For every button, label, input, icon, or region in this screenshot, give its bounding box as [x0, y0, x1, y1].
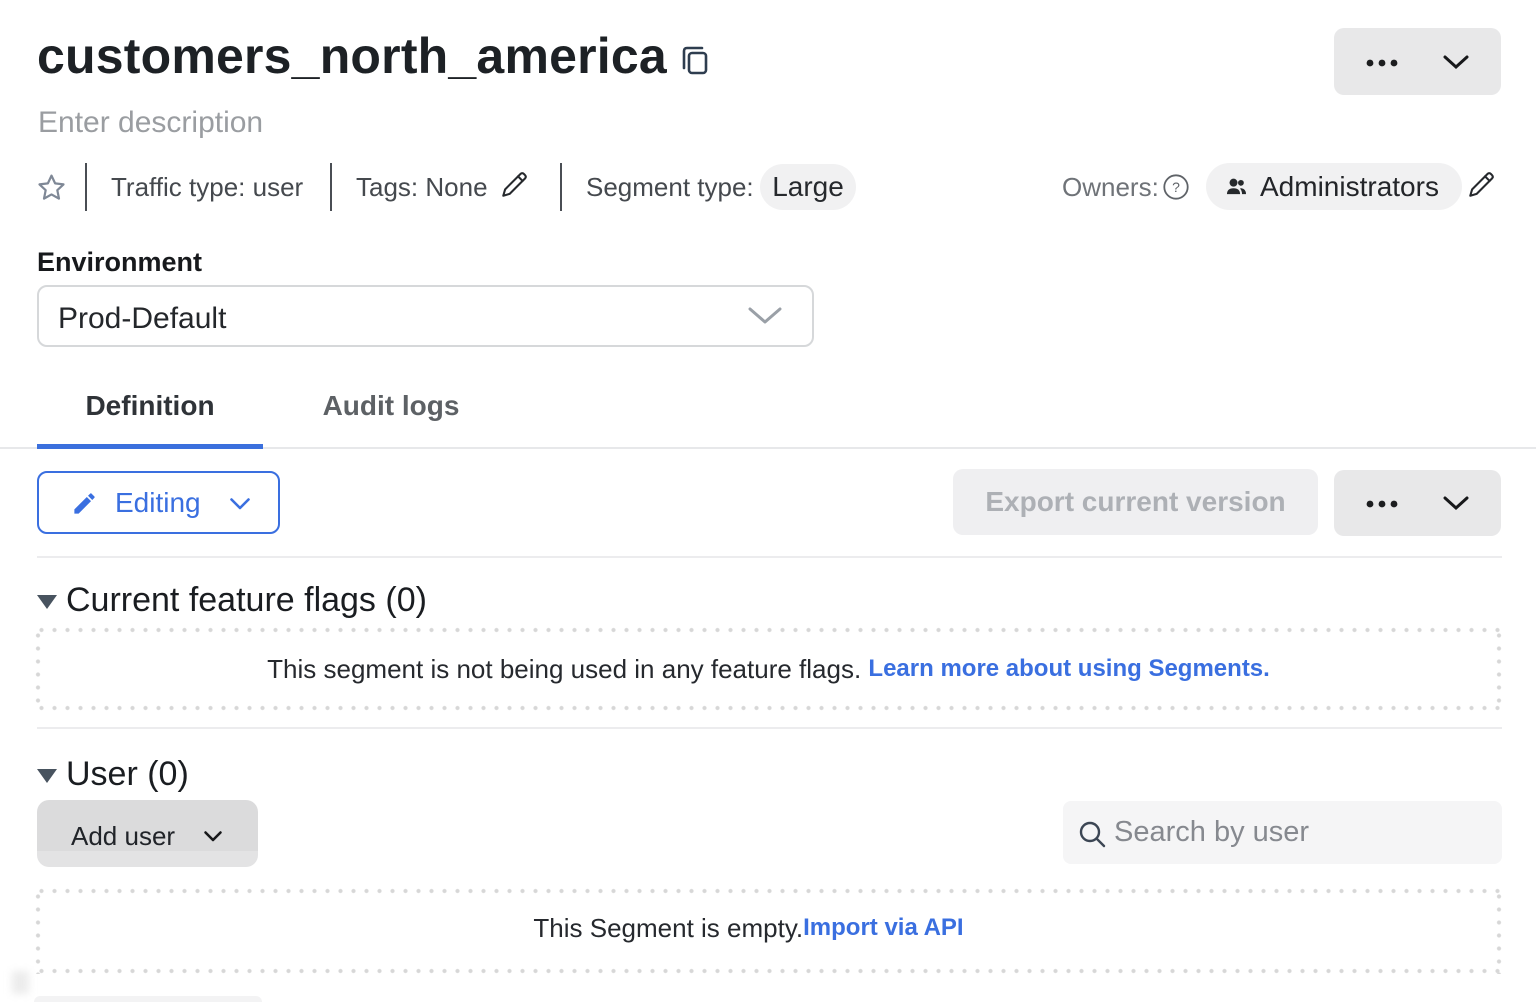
svg-text:?: ?	[1172, 179, 1180, 195]
